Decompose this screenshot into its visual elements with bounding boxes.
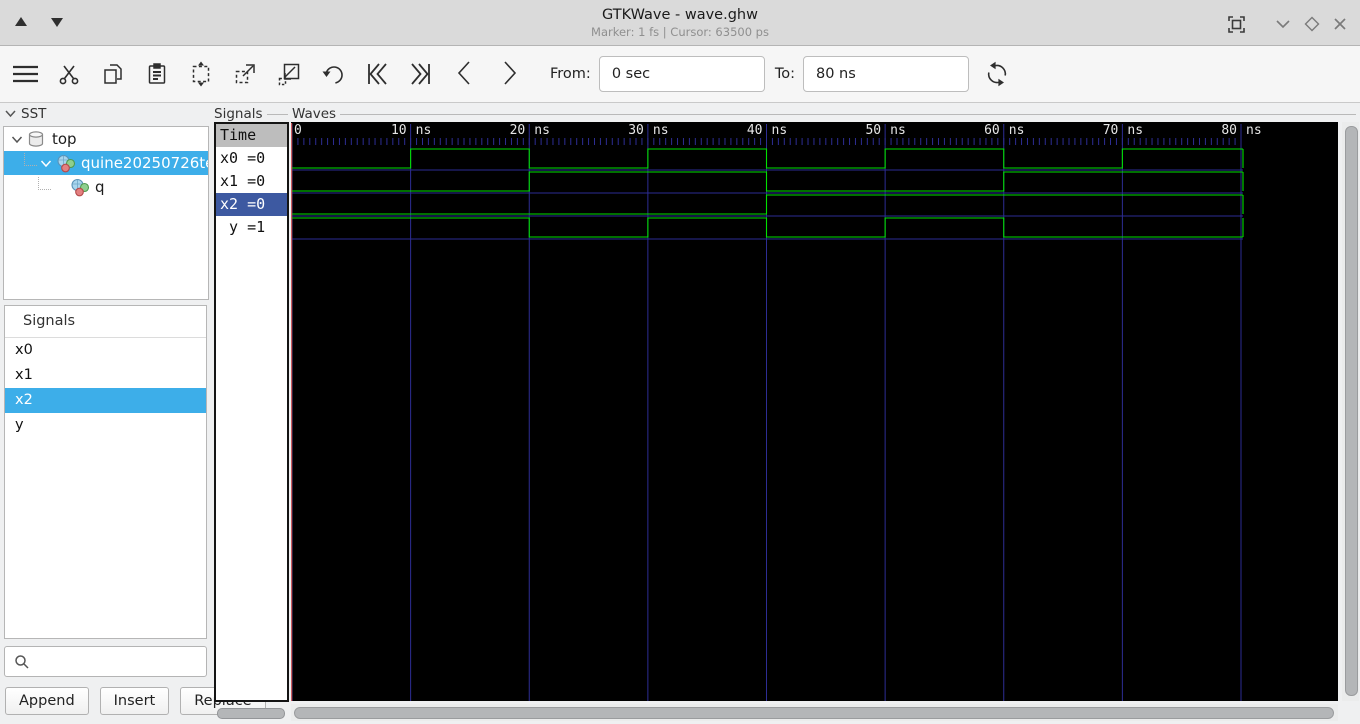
timeline-label: 10 — [391, 123, 407, 138]
signals-frame-label-row: Signals — [214, 106, 288, 122]
skip-to-end-icon[interactable] — [408, 61, 434, 87]
signal-row-x2[interactable]: x2 =0 — [216, 193, 287, 216]
toolbar: From: To: — [0, 46, 1360, 103]
wave-canvas[interactable]: 0 10 ns 20 ns 30 ns 40 ns 50 ns 60 ns 70 ns 80 ns — [291, 122, 1338, 701]
signal-row-x1[interactable]: x1 =0 — [216, 170, 287, 193]
sst-header[interactable]: SST — [4, 105, 46, 123]
paste-icon[interactable] — [144, 61, 170, 87]
timeline-label: 60 — [984, 123, 1000, 138]
expander-chevron-icon[interactable] — [10, 132, 24, 146]
to-label: To: — [774, 66, 795, 82]
timeline-label: 80 — [1221, 123, 1237, 138]
timeline-label: ns — [534, 123, 550, 138]
gtkwave-window: GTKWave - wave.ghw Marker: 1 fs | Cursor… — [0, 0, 1360, 724]
timeline-label: 0 — [294, 123, 302, 138]
timeline-label: 40 — [747, 123, 763, 138]
timeline-label: ns — [653, 123, 669, 138]
zoom-in-icon[interactable] — [276, 61, 302, 87]
signal-browser-item-x1[interactable]: x1 — [5, 363, 206, 388]
from-input[interactable] — [598, 56, 765, 92]
timeline-label: 30 — [628, 123, 644, 138]
timeline-label: ns — [772, 123, 788, 138]
timeline-label: ns — [1127, 123, 1143, 138]
timeline-label: ns — [1009, 123, 1025, 138]
menu-icon[interactable] — [12, 61, 38, 87]
marker-cursor-status: Marker: 1 fs | Cursor: 63500 ps — [591, 24, 769, 39]
close-icon[interactable] — [1328, 12, 1352, 36]
timeline-label: ns — [416, 123, 432, 138]
wave-trace-x0 — [292, 148, 1243, 169]
fullscreen-button[interactable] — [1224, 12, 1248, 36]
timeline-label: 20 — [510, 123, 526, 138]
signal-browser-item-x2[interactable]: x2 — [5, 388, 206, 413]
tree-item-label: top — [52, 130, 77, 148]
expander-chevron-icon[interactable] — [39, 156, 53, 170]
hierarchy-icon — [57, 154, 76, 172]
tree-item-q[interactable]: q — [4, 175, 208, 199]
title-block: GTKWave - wave.ghw Marker: 1 fs | Cursor… — [0, 7, 1360, 39]
tree-guide-line — [24, 152, 37, 166]
signal-row-y[interactable]: y =1 — [216, 216, 287, 239]
maximize-icon[interactable] — [1300, 12, 1324, 36]
database-icon — [28, 130, 44, 147]
to-input[interactable] — [802, 56, 969, 92]
waves-frame-label-row: Waves — [292, 106, 1356, 122]
timeline-label: ns — [1246, 123, 1262, 138]
sst-label: SST — [21, 106, 47, 122]
tree-guide-line — [38, 176, 51, 190]
signal-names-column: Time x0 =0 x1 =0 x2 =0 y =1 — [214, 122, 289, 702]
signal-browser-item-y[interactable]: y — [5, 413, 206, 438]
signal-browser: Signals x0 x1 x2 y — [4, 305, 207, 639]
time-header[interactable]: Time — [216, 124, 287, 147]
window-title: GTKWave - wave.ghw — [602, 7, 758, 23]
waves-vscrollbar[interactable] — [1342, 122, 1359, 701]
tree-item-label: q — [95, 178, 105, 196]
waves-hscrollbar[interactable] — [291, 704, 1338, 721]
timeline-label: ns — [890, 123, 906, 138]
append-button[interactable]: Append — [5, 687, 89, 715]
signals-frame-label: Signals — [214, 106, 263, 122]
signal-row-x0[interactable]: x0 =0 — [216, 147, 287, 170]
signal-names-hscrollbar[interactable] — [217, 708, 285, 719]
waves-hscrollbar-thumb[interactable] — [294, 707, 1334, 719]
copy-icon[interactable] — [100, 61, 126, 87]
insert-button[interactable]: Insert — [99, 687, 170, 715]
wave-trace-y — [292, 217, 1243, 238]
waves-frame-label: Waves — [292, 106, 337, 122]
signal-browser-header: Signals — [5, 306, 206, 338]
tree-item-top[interactable]: top — [4, 127, 208, 151]
tree-item-label: quine20250726testbench — [81, 154, 208, 172]
timeline-label: 50 — [865, 123, 881, 138]
titlebar: GTKWave - wave.ghw Marker: 1 fs | Cursor… — [0, 0, 1360, 46]
step-right-icon[interactable] — [496, 61, 522, 87]
minimize-icon[interactable] — [1271, 12, 1295, 36]
signal-browser-item-x0[interactable]: x0 — [5, 338, 206, 363]
hierarchy-icon — [71, 178, 90, 196]
wave-trace-x1 — [292, 171, 1243, 192]
signal-search[interactable] — [4, 646, 207, 677]
wave-canvas-svg[interactable]: 0 10 ns 20 ns 30 ns 40 ns 50 ns 60 ns 70 ns 80 ns — [291, 122, 1338, 701]
waves-vscrollbar-thumb[interactable] — [1345, 126, 1358, 696]
cut-icon[interactable] — [56, 61, 82, 87]
timeline-label: 70 — [1103, 123, 1119, 138]
search-icon — [15, 654, 29, 669]
from-label: From: — [550, 66, 591, 82]
zoom-undo-icon[interactable] — [320, 61, 346, 87]
tree-item-quine20250726testbench[interactable]: quine20250726testbench — [4, 151, 208, 175]
zoom-out-icon[interactable] — [232, 61, 258, 87]
skip-to-start-icon[interactable] — [364, 61, 390, 87]
step-left-icon[interactable] — [452, 61, 478, 87]
reload-icon[interactable] — [983, 61, 1009, 87]
sst-tree: topquine20250726testbench q — [3, 126, 209, 300]
wave-trace-x2 — [292, 194, 1243, 215]
zoom-fit-icon[interactable] — [188, 61, 214, 87]
